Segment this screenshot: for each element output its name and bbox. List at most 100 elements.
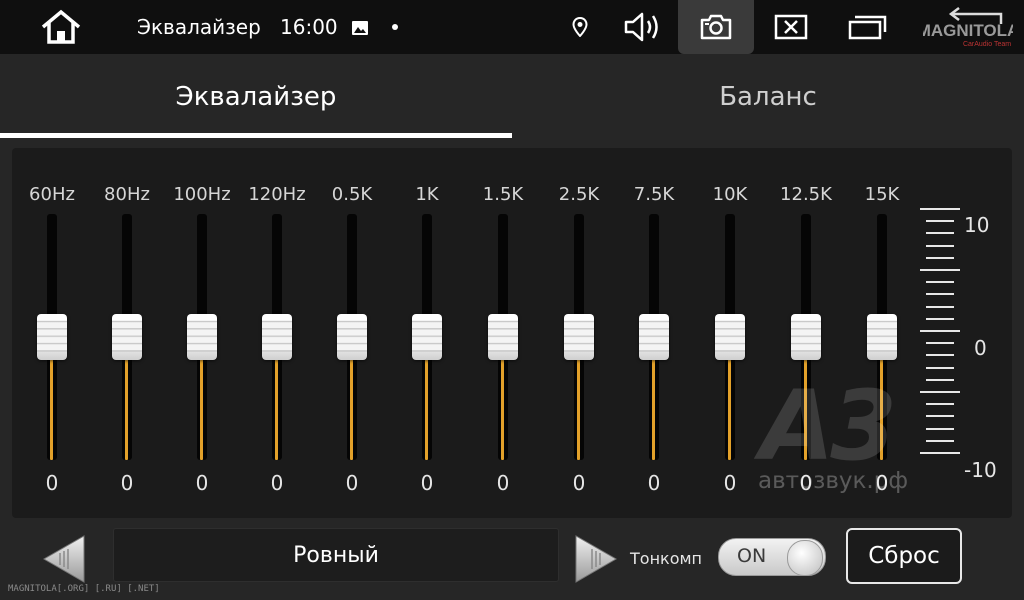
- level-scale: [920, 208, 960, 458]
- band-slider[interactable]: 100Hz 0: [172, 148, 232, 518]
- back-button[interactable]: MAGNITOLA CarAudio Team: [918, 0, 1018, 54]
- scale-tick: [926, 439, 954, 442]
- band-slider[interactable]: 10K 0: [700, 148, 760, 518]
- scale-tick: [920, 391, 960, 393]
- band-slider[interactable]: 1K 0: [397, 148, 457, 518]
- volume-button[interactable]: [618, 0, 668, 54]
- scale-tick: [926, 403, 954, 406]
- band-value: 0: [572, 471, 586, 495]
- scale-max-label: 10: [964, 213, 990, 237]
- band-knob[interactable]: [262, 314, 292, 360]
- back-icon: MAGNITOLA CarAudio Team: [923, 7, 1013, 48]
- band-frequency-label: 2.5K: [558, 184, 600, 205]
- band-knob[interactable]: [791, 314, 821, 360]
- band-frequency-label: 1.5K: [482, 184, 524, 205]
- active-tab-indicator: [0, 133, 512, 138]
- band-knob[interactable]: [112, 314, 142, 360]
- band-knob[interactable]: [488, 314, 518, 360]
- band-slider[interactable]: 1.5K 0: [473, 148, 533, 518]
- close-app-button[interactable]: [766, 0, 816, 54]
- band-value: 0: [420, 471, 434, 495]
- next-preset-button[interactable]: [574, 534, 618, 584]
- band-slider[interactable]: 120Hz 0: [247, 148, 307, 518]
- loudness-label: Тонкомп: [630, 549, 703, 568]
- scale-tick: [920, 330, 960, 332]
- scale-tick: [926, 427, 954, 430]
- band-knob[interactable]: [187, 314, 217, 360]
- loudness-toggle[interactable]: ON: [718, 538, 826, 576]
- scale-tick: [926, 378, 954, 381]
- tab-equalizer[interactable]: Эквалайзер: [0, 54, 512, 140]
- tab-balance[interactable]: Баланс: [512, 54, 1024, 140]
- watermark-site: автозвук.рф: [758, 468, 908, 494]
- scale-tick: [920, 452, 960, 454]
- scale-min-label: -10: [964, 458, 997, 482]
- band-knob[interactable]: [564, 314, 594, 360]
- scale-tick: [920, 269, 960, 271]
- footer-watermark: MAGNITOLA[.ORG] [.RU] [.NET]: [8, 584, 160, 594]
- band-value: 0: [723, 471, 737, 495]
- scale-tick: [926, 415, 954, 418]
- recent-apps-button[interactable]: [842, 0, 892, 54]
- location-button[interactable]: [560, 0, 600, 54]
- toggle-knob: [787, 540, 823, 576]
- left-arrow-icon: [42, 535, 85, 583]
- scale-tick: [926, 256, 954, 259]
- band-knob[interactable]: [37, 314, 67, 360]
- scale-tick: [926, 232, 954, 235]
- scale-zero-label: 0: [974, 336, 987, 360]
- scale-tick: [926, 220, 954, 223]
- band-knob[interactable]: [867, 314, 897, 360]
- band-value: 0: [496, 471, 510, 495]
- scale-tick: [926, 354, 954, 357]
- band-value: 0: [45, 471, 59, 495]
- home-button[interactable]: [34, 0, 88, 54]
- volume-icon: [624, 12, 658, 42]
- preset-selector[interactable]: Ровный: [113, 528, 559, 582]
- band-knob[interactable]: [337, 314, 367, 360]
- prev-preset-button[interactable]: [42, 534, 86, 584]
- scale-tick: [920, 208, 960, 210]
- scale-tick: [926, 281, 954, 284]
- band-knob[interactable]: [412, 314, 442, 360]
- clock: 16:00: [280, 15, 338, 39]
- band-value: 0: [270, 471, 284, 495]
- band-frequency-label: 10K: [712, 184, 748, 205]
- scale-tick: [926, 366, 954, 369]
- band-knob[interactable]: [639, 314, 669, 360]
- app-title: Эквалайзер: [137, 15, 261, 39]
- band-frequency-label: 120Hz: [248, 184, 306, 205]
- band-slider[interactable]: 0.5K 0: [322, 148, 382, 518]
- watermark-logo: A3: [760, 370, 897, 482]
- reset-button[interactable]: Сброс: [846, 528, 962, 584]
- band-frequency-label: 7.5K: [633, 184, 675, 205]
- scale-tick: [926, 342, 954, 345]
- band-frequency-label: 15K: [864, 184, 900, 205]
- windows-icon: [848, 15, 887, 40]
- screenshot-button[interactable]: [678, 0, 754, 54]
- magnitola-logo: MAGNITOLA: [923, 21, 1013, 40]
- image-icon: [352, 20, 368, 39]
- camera-icon: [700, 14, 732, 40]
- band-slider[interactable]: 80Hz 0: [97, 148, 157, 518]
- band-value: 0: [195, 471, 209, 495]
- status-bar: Эквалайзер 16:00 MAGNITOL CarAudio Team: [0, 0, 1024, 54]
- band-frequency-label: 100Hz: [173, 184, 231, 205]
- band-slider[interactable]: 2.5K 0: [549, 148, 609, 518]
- location-icon: [572, 17, 588, 37]
- band-frequency-label: 12.5K: [780, 184, 832, 205]
- tab-bar: Эквалайзер Баланс: [0, 54, 1024, 140]
- band-frequency-label: 60Hz: [29, 184, 75, 205]
- band-slider[interactable]: 60Hz 0: [22, 148, 82, 518]
- band-value: 0: [120, 471, 134, 495]
- magnitola-logo-sub: CarAudio Team: [963, 41, 1011, 48]
- scale-tick: [926, 293, 954, 296]
- scale-tick: [926, 317, 954, 320]
- band-frequency-label: 0.5K: [331, 184, 373, 205]
- band-slider[interactable]: 7.5K 0: [624, 148, 684, 518]
- right-arrow-icon: [575, 535, 618, 583]
- notification-dot: [392, 24, 398, 30]
- home-icon: [41, 9, 81, 44]
- scale-tick: [926, 244, 954, 247]
- band-knob[interactable]: [715, 314, 745, 360]
